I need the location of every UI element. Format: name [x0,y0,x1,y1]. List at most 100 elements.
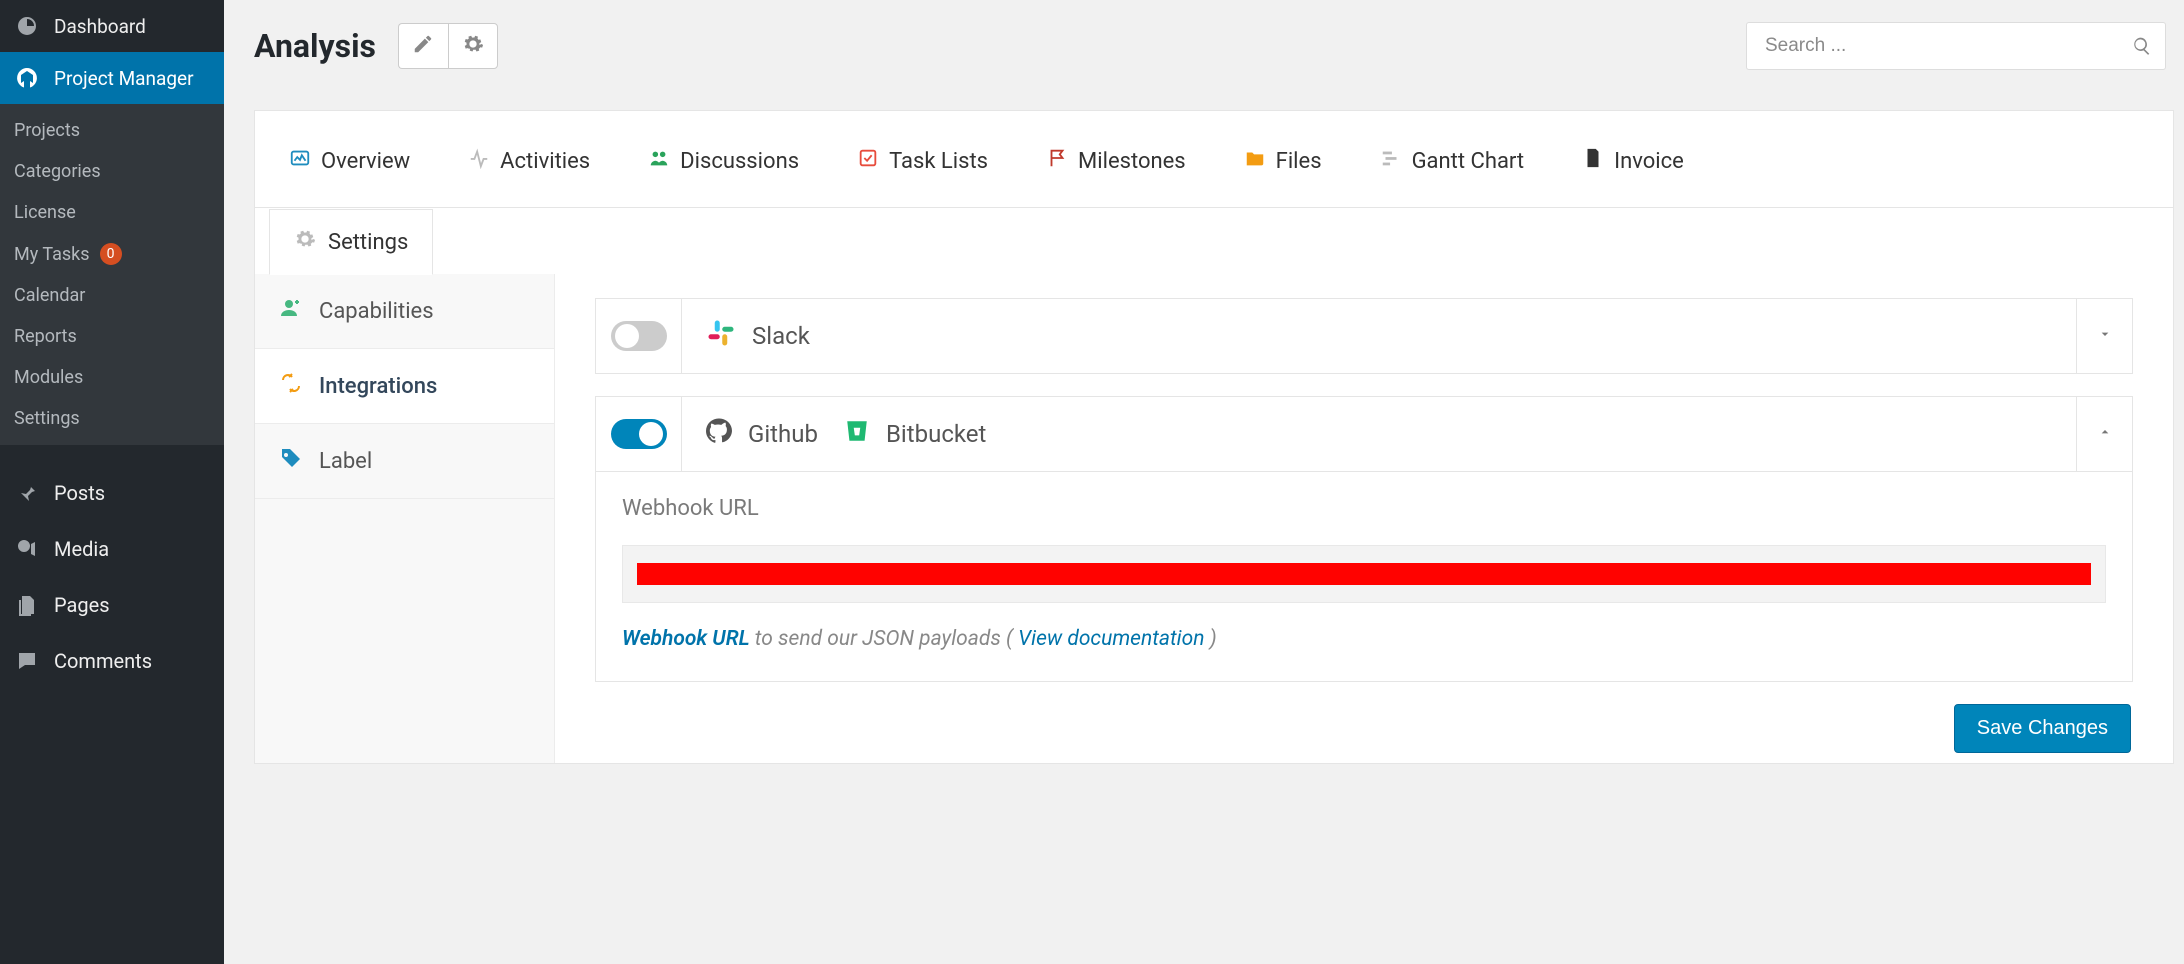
submenu-categories[interactable]: Categories [0,151,224,192]
sidebar-label: Pages [54,593,110,617]
tab-milestones[interactable]: Milestones [1046,131,1186,207]
tab-label: Task Lists [889,149,988,174]
capabilities-icon [279,296,303,326]
chevron-up-icon [2097,424,2113,444]
search-input[interactable] [1746,22,2166,70]
settings-body: Capabilities Integrations Label [255,274,2173,763]
dashboard-icon [14,14,40,38]
helper-suffix: ) [1204,627,1216,651]
settings-side-label[interactable]: Label [255,424,554,499]
save-changes-button[interactable]: Save Changes [1954,704,2131,753]
gear-icon [462,33,484,59]
tab-invoice[interactable]: Invoice [1582,131,1684,207]
pages-icon [14,593,40,617]
chevron-down-icon [2097,326,2113,346]
settings-side-capabilities[interactable]: Capabilities [255,274,554,349]
sidebar-item-media[interactable]: Media [0,521,224,577]
settings-side-label: Capabilities [319,299,434,324]
webhook-url-label: Webhook URL [622,496,2106,521]
tab-overview[interactable]: Overview [289,131,410,207]
integration-name: Github [748,420,818,448]
settings-side-label-text: Label [319,449,372,474]
submenu-reports[interactable]: Reports [0,316,224,357]
submenu-label: Calendar [14,285,85,306]
project-tabs: Overview Activities Discussions Task Lis… [255,111,2173,208]
tab-discussions[interactable]: Discussions [648,131,799,207]
submenu-license[interactable]: License [0,192,224,233]
sidebar-label: Comments [54,649,152,673]
edit-project-button[interactable] [398,23,448,69]
search-container [1746,22,2166,70]
tab-label: Discussions [680,149,799,174]
tab-settings[interactable]: Settings [269,209,433,275]
sidebar-item-comments[interactable]: Comments [0,633,224,689]
pin-icon [14,481,40,505]
integration-title: Slack [682,318,2076,354]
page-header: Analysis [254,22,2174,70]
submenu-label: License [14,202,76,223]
settings-sub-tabs-row: Settings [255,208,2173,274]
submenu-calendar[interactable]: Calendar [0,275,224,316]
submenu-my-tasks[interactable]: My Tasks 0 [0,233,224,275]
media-icon [14,537,40,561]
project-settings-button[interactable] [448,23,498,69]
integrations-icon [279,371,303,401]
github-icon [706,418,732,450]
activities-icon [468,147,490,175]
sidebar-item-posts[interactable]: Posts [0,465,224,521]
project-manager-icon [14,66,40,90]
invoice-icon [1582,147,1604,175]
integration-title: Github Bitbucket [682,418,2076,450]
sidebar-label: Posts [54,481,105,505]
gantt-icon [1380,147,1402,175]
tab-gantt-chart[interactable]: Gantt Chart [1380,131,1525,207]
view-documentation-link[interactable]: View documentation [1018,627,1204,651]
tab-label: Activities [500,149,590,174]
expand-button[interactable] [2076,299,2132,373]
actions-row: Save Changes [595,704,2133,753]
settings-side-integrations[interactable]: Integrations [255,349,554,424]
toggle-cell [596,397,682,471]
tab-label: Milestones [1078,149,1186,174]
pencil-icon [412,33,434,59]
github-toggle[interactable] [611,419,667,449]
wp-admin-sidebar: Dashboard Project Manager Projects Categ… [0,0,224,964]
toggle-cell [596,299,682,373]
integration-slack: Slack [595,298,2133,374]
webhook-helper-text: Webhook URL to send our JSON payloads ( … [622,627,2106,651]
settings-content: Slack [555,274,2173,763]
sidebar-item-pages[interactable]: Pages [0,577,224,633]
submenu-settings[interactable]: Settings [0,398,224,439]
tab-activities[interactable]: Activities [468,131,590,207]
milestones-icon [1046,147,1068,175]
page-title: Analysis [254,27,376,65]
integration-github-bitbucket: Github Bitbucket Webhook URL [595,396,2133,682]
sidebar-item-dashboard[interactable]: Dashboard [0,0,224,52]
submenu-label: Reports [14,326,77,347]
submenu-label: Settings [14,408,80,429]
label-icon [279,446,303,476]
settings-side-label: Integrations [319,374,437,399]
overview-icon [289,147,311,175]
sidebar-item-project-manager[interactable]: Project Manager [0,52,224,104]
tab-label: Settings [328,230,408,255]
sidebar-group-content: Posts Media Pages Comments [0,445,224,689]
task-lists-icon [857,147,879,175]
title-actions [398,23,498,69]
webhook-url-field[interactable] [622,545,2106,603]
tab-label: Overview [321,149,410,174]
helper-mid: to send our JSON payloads ( [750,627,1019,651]
collapse-button[interactable] [2076,397,2132,471]
tab-label: Invoice [1614,149,1684,174]
tab-files[interactable]: Files [1244,131,1322,207]
slack-toggle[interactable] [611,321,667,351]
integration-github-header[interactable]: Github Bitbucket [596,397,2132,471]
submenu-modules[interactable]: Modules [0,357,224,398]
helper-emphasis: Webhook URL [622,627,750,651]
integration-slack-header[interactable]: Slack [596,299,2132,373]
main-content: Analysis Overview [224,0,2184,964]
submenu-projects[interactable]: Projects [0,110,224,151]
slack-icon [706,318,736,354]
tab-task-lists[interactable]: Task Lists [857,131,988,207]
integration-github-body: Webhook URL Webhook URL to send our JSON… [596,471,2132,681]
